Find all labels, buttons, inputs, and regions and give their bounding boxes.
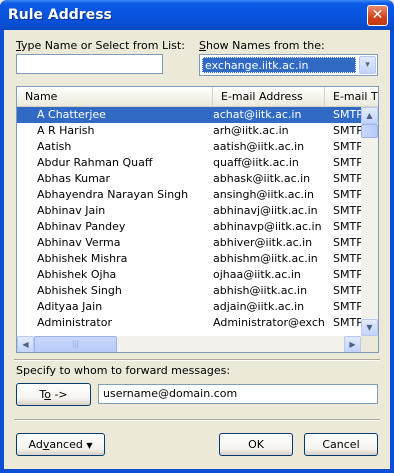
window-title: Rule Address: [8, 7, 112, 23]
dialog-window: Rule Address ✕ Type Name or Select from …: [0, 0, 394, 473]
list-item[interactable]: Abhishek Mishra abhishm@iitk.ac.in SMTP: [17, 251, 361, 267]
contact-name: Abhinav Verma: [37, 236, 121, 249]
contact-type: SMTP: [333, 156, 361, 169]
list-rows: A Chatterjee achat@iitk.ac.in SMTP A R Hari…: [17, 107, 361, 336]
contact-name: Aatish: [37, 140, 72, 153]
contact-type: SMTP: [333, 316, 361, 329]
contact-type: SMTP: [333, 140, 361, 153]
contact-name: A Chatterjee: [37, 108, 106, 121]
close-icon: ✕: [371, 7, 384, 23]
contact-type: SMTP: [333, 284, 361, 297]
title-bar[interactable]: Rule Address ✕: [0, 0, 394, 30]
scroll-left-icon[interactable]: ◀: [17, 336, 34, 352]
horizontal-scrollbar[interactable]: ◀ ||| ▶: [17, 336, 361, 352]
list-item[interactable]: Abhas Kumar abhask@iitk.ac.in SMTP: [17, 171, 361, 187]
list-item[interactable]: A R Harish arh@iitk.ac.in SMTP: [17, 123, 361, 139]
contact-name: Abhas Kumar: [37, 172, 111, 185]
list-item[interactable]: Adityaa Jain adjain@iitk.ac.in SMTP: [17, 299, 361, 315]
contact-type: SMTP: [333, 188, 361, 201]
divider: [14, 359, 380, 361]
chevron-down-icon: ▼: [86, 441, 93, 450]
contact-name: A R Harish: [37, 124, 95, 137]
list-item[interactable]: Administrator Administrator@excha... SMTP: [17, 315, 361, 331]
list-item[interactable]: Abdur Rahman Quaff quaff@iitk.ac.in SMTP: [17, 155, 361, 171]
recipient-input[interactable]: username@domain.com: [98, 384, 378, 404]
contact-email: ojhaa@iitk.ac.in: [213, 268, 301, 281]
vertical-scrollbar[interactable]: ▲ ▼: [361, 107, 378, 336]
contact-email: abhiver@iitk.ac.in: [213, 236, 313, 249]
contact-email: abhish@iitk.ac.in: [213, 284, 308, 297]
dialog-body: Type Name or Select from List: Show Name…: [4, 30, 390, 469]
address-book-value: exchange.iitk.ac.in: [202, 57, 356, 73]
contact-name: Abhishek Ojha: [37, 268, 117, 281]
scroll-down-icon[interactable]: ▼: [361, 319, 378, 336]
address-book-select[interactable]: exchange.iitk.ac.in ▾: [199, 54, 378, 76]
list-item[interactable]: Abhayendra Narayan Singh ansingh@iitk.ac.…: [17, 187, 361, 203]
list-item[interactable]: Abhinav Pandey abhinavp@iitk.ac.in SMTP: [17, 219, 361, 235]
search-label: Type Name or Select from List:: [16, 39, 185, 52]
contact-type: SMTP: [333, 124, 361, 137]
contact-type: SMTP: [333, 236, 361, 249]
contact-email: abhishm@iitk.ac.in: [213, 252, 318, 265]
vertical-scroll-thumb[interactable]: [361, 124, 378, 138]
contact-name: Abhishek Singh: [37, 284, 122, 297]
cancel-button[interactable]: Cancel: [304, 433, 378, 456]
column-header-type[interactable]: E-mail T: [325, 87, 378, 106]
advanced-button[interactable]: Advanced ▼: [16, 433, 105, 456]
contact-email: Administrator@excha...: [213, 316, 325, 329]
contact-name: Abhishek Mishra: [37, 252, 128, 265]
contact-name: Adityaa Jain: [37, 300, 103, 313]
dropdown-arrow-icon[interactable]: ▾: [359, 56, 376, 74]
contact-email: ansingh@iitk.ac.in: [213, 188, 315, 201]
ok-button[interactable]: OK: [219, 433, 293, 456]
address-book-label: Show Names from the:: [199, 39, 325, 52]
contact-email: abhinavp@iitk.ac.in: [213, 220, 322, 233]
contact-name: Abhinav Jain: [37, 204, 106, 217]
list-header: Name E-mail Address E-mail T: [17, 87, 378, 107]
list-item[interactable]: Abhinav Jain abhinavj@iitk.ac.in SMTP: [17, 203, 361, 219]
forward-label: Specify to whom to forward messages:: [16, 364, 231, 377]
horizontal-scroll-thumb[interactable]: |||: [34, 336, 117, 352]
list-item[interactable]: Aatish aatish@iitk.ac.in SMTP: [17, 139, 361, 155]
contact-type: SMTP: [333, 204, 361, 217]
contact-name: Administrator: [37, 316, 112, 329]
scroll-up-icon[interactable]: ▲: [361, 107, 378, 124]
contact-email: abhinavj@iitk.ac.in: [213, 204, 318, 217]
contact-email: adjain@iitk.ac.in: [213, 300, 305, 313]
list-item[interactable]: Abhishek Ojha ojhaa@iitk.ac.in SMTP: [17, 267, 361, 283]
contact-type: SMTP: [333, 108, 361, 121]
contact-name: Abdur Rahman Quaff: [37, 156, 153, 169]
contact-email: arh@iitk.ac.in: [213, 124, 289, 137]
address-list: Name E-mail Address E-mail T A Chatterje…: [16, 86, 379, 353]
close-button[interactable]: ✕: [367, 5, 388, 26]
divider: [14, 419, 380, 421]
contact-email: abhask@iitk.ac.in: [213, 172, 311, 185]
contact-type: SMTP: [333, 300, 361, 313]
contact-type: SMTP: [333, 268, 361, 281]
contact-type: SMTP: [333, 220, 361, 233]
contact-type: SMTP: [333, 172, 361, 185]
contact-email: quaff@iitk.ac.in: [213, 156, 299, 169]
list-item[interactable]: Abhinav Verma abhiver@iitk.ac.in SMTP: [17, 235, 361, 251]
contact-name: Abhinav Pandey: [37, 220, 126, 233]
list-item[interactable]: Abhishek Singh abhish@iitk.ac.in SMTP: [17, 283, 361, 299]
contact-email: achat@iitk.ac.in: [213, 108, 302, 121]
contact-email: aatish@iitk.ac.in: [213, 140, 305, 153]
contact-type: SMTP: [333, 252, 361, 265]
scrollbar-corner: [361, 336, 378, 352]
contact-name: Abhayendra Narayan Singh: [37, 188, 189, 201]
list-item[interactable]: A Chatterjee achat@iitk.ac.in SMTP: [17, 107, 361, 123]
to-button[interactable]: To ->: [16, 383, 91, 406]
column-header-name[interactable]: Name: [17, 87, 213, 106]
search-input[interactable]: [16, 54, 163, 74]
column-header-email[interactable]: E-mail Address: [213, 87, 325, 106]
scroll-right-icon[interactable]: ▶: [344, 336, 361, 352]
